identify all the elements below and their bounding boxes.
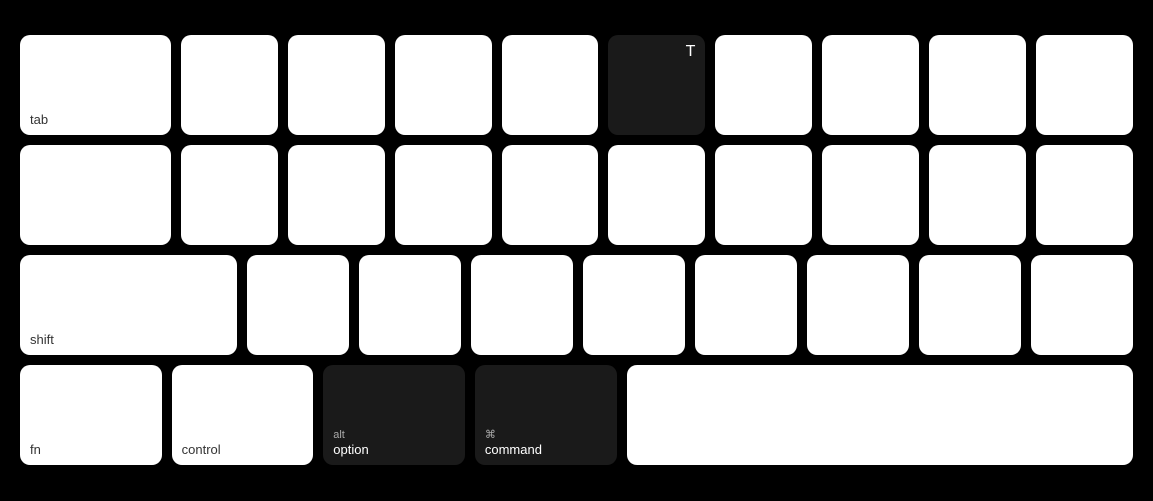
key-a[interactable] [181,145,278,245]
key-spacebar[interactable] [627,365,1134,465]
key-b[interactable] [695,255,797,355]
keyboard: tab T shift [0,0,1153,501]
key-j[interactable] [822,145,919,245]
key-fn[interactable]: fn [20,365,162,465]
key-alt-option[interactable]: alt option [323,365,465,465]
key-comma[interactable] [1031,255,1133,355]
key-command[interactable]: ⌘ command [475,365,617,465]
key-tab[interactable]: tab [20,35,171,135]
key-alt-sublabel: alt [333,429,345,441]
key-c[interactable] [471,255,573,355]
key-h[interactable] [715,145,812,245]
key-i[interactable] [929,35,1026,135]
key-row-3: shift [20,255,1133,355]
key-f[interactable] [502,145,599,245]
key-e[interactable] [395,35,492,135]
key-k[interactable] [929,145,1026,245]
key-shift[interactable]: shift [20,255,237,355]
key-y[interactable] [715,35,812,135]
key-q[interactable] [181,35,278,135]
key-t[interactable]: T [608,35,705,135]
key-command-label: command [485,442,542,457]
key-row-4: fn control alt option ⌘ command [20,365,1133,465]
key-z[interactable] [247,255,349,355]
key-shift-label: shift [30,332,54,347]
key-o[interactable] [1036,35,1133,135]
key-x[interactable] [359,255,461,355]
key-t-label: T [686,43,696,61]
key-r[interactable] [502,35,599,135]
key-m[interactable] [919,255,1021,355]
key-w[interactable] [288,35,385,135]
key-row-2 [20,145,1133,245]
key-option-label: option [333,442,368,457]
key-l[interactable] [1036,145,1133,245]
key-g[interactable] [608,145,705,245]
key-command-sublabel: ⌘ [485,428,496,441]
key-caps[interactable] [20,145,171,245]
key-row-1: tab T [20,35,1133,135]
key-v[interactable] [583,255,685,355]
key-s[interactable] [288,145,385,245]
key-control[interactable]: control [172,365,314,465]
key-u[interactable] [822,35,919,135]
key-n[interactable] [807,255,909,355]
key-d[interactable] [395,145,492,245]
key-tab-label: tab [30,112,48,127]
key-fn-label: fn [30,442,41,457]
key-control-label: control [182,442,221,457]
